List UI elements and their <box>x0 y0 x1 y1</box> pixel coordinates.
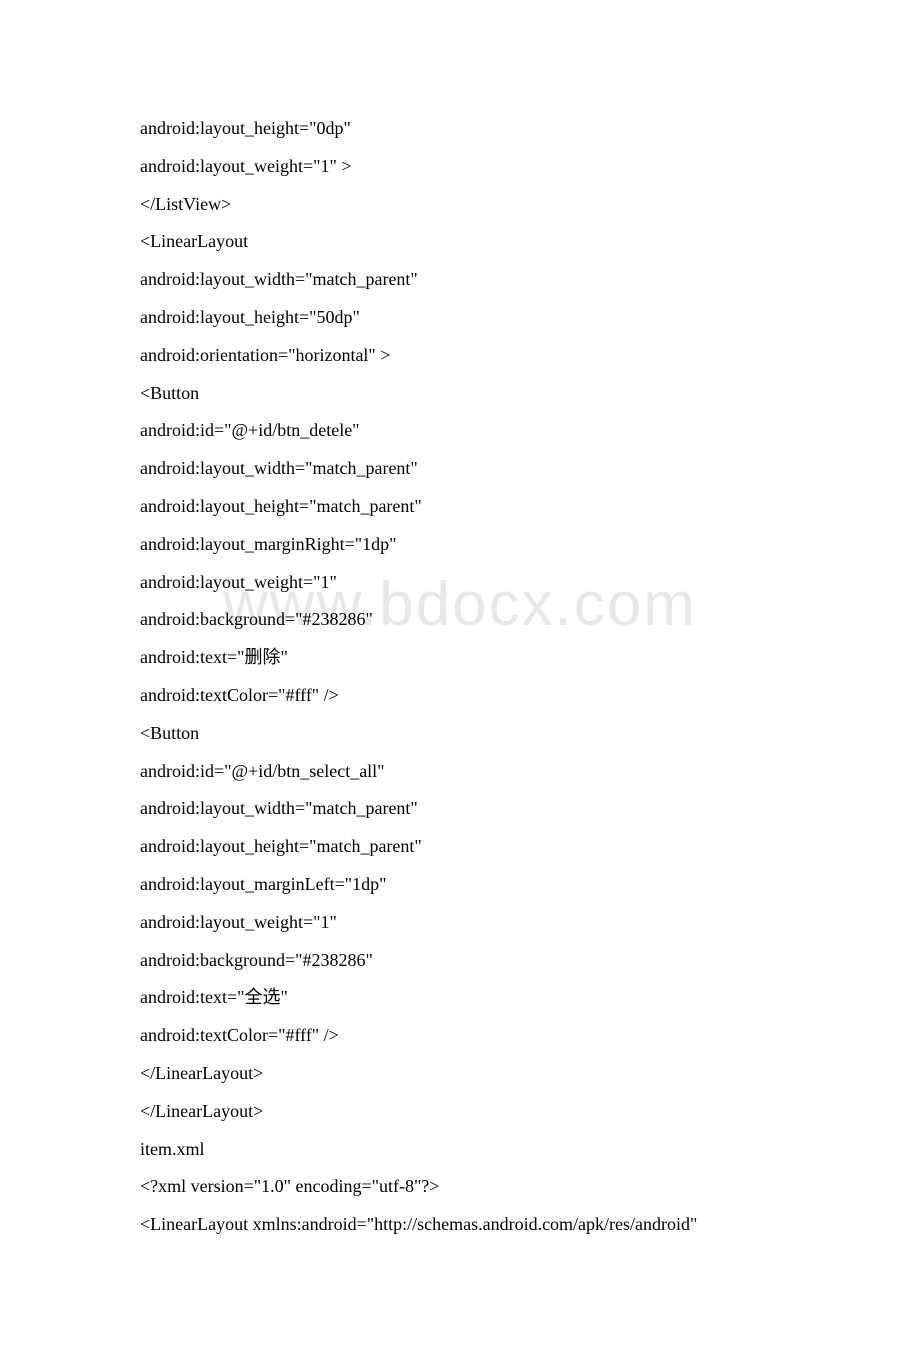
code-line: android:layout_height="0dp" <box>140 110 780 148</box>
code-line: android:background="#238286" <box>140 942 780 980</box>
code-line: android:layout_marginLeft="1dp" <box>140 866 780 904</box>
code-line: item.xml <box>140 1131 780 1169</box>
code-line: android:text="全选" <box>140 979 780 1017</box>
code-line: android:textColor="#fff" /> <box>140 1017 780 1055</box>
document-page: www.bdocx.com android:layout_height="0dp… <box>0 0 920 1364</box>
code-line: android:id="@+id/btn_detele" <box>140 412 780 450</box>
code-line: android:layout_marginRight="1dp" <box>140 526 780 564</box>
code-line: </ListView> <box>140 186 780 224</box>
code-line: android:layout_weight="1" <box>140 564 780 602</box>
code-line: android:orientation="horizontal" > <box>140 337 780 375</box>
code-line: android:layout_width="match_parent" <box>140 450 780 488</box>
code-line: android:layout_width="match_parent" <box>140 261 780 299</box>
code-line: android:layout_weight="1" <box>140 904 780 942</box>
code-line: android:layout_weight="1" > <box>140 148 780 186</box>
code-line: <?xml version="1.0" encoding="utf-8"?> <box>140 1168 780 1206</box>
code-line: <LinearLayout <box>140 223 780 261</box>
code-line: android:id="@+id/btn_select_all" <box>140 753 780 791</box>
code-line: android:textColor="#fff" /> <box>140 677 780 715</box>
code-line: </LinearLayout> <box>140 1055 780 1093</box>
code-line: <Button <box>140 375 780 413</box>
code-line: android:layout_height="50dp" <box>140 299 780 337</box>
code-line: android:layout_height="match_parent" <box>140 488 780 526</box>
code-line: android:layout_height="match_parent" <box>140 828 780 866</box>
code-line: android:background="#238286" <box>140 601 780 639</box>
code-line: android:layout_width="match_parent" <box>140 790 780 828</box>
code-line: <Button <box>140 715 780 753</box>
code-line: <LinearLayout xmlns:android="http://sche… <box>140 1206 780 1244</box>
code-line: </LinearLayout> <box>140 1093 780 1131</box>
code-line: android:text="删除" <box>140 639 780 677</box>
